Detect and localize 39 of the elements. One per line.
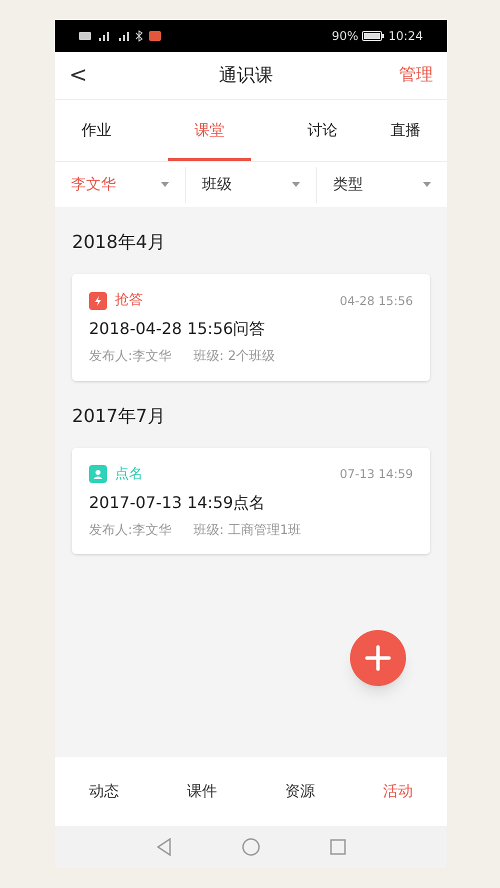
clock: 10:24: [388, 28, 423, 45]
caret-icon: [292, 182, 300, 187]
tab[interactable]: 作业: [55, 100, 138, 161]
bottom-tab[interactable]: 资源: [251, 757, 349, 826]
activity-time: 04-28 15:56: [340, 292, 413, 310]
tab[interactable]: 直播: [364, 100, 447, 161]
publisher-text: 发布人:李文华: [89, 522, 172, 540]
filter-dropdown[interactable]: 班级: [185, 166, 316, 202]
person-icon: [89, 465, 107, 483]
activity-card[interactable]: 抢答 04-28 15:56 2018-04-28 15:56问答 发布人:李文华 班级: 2个班级: [72, 274, 430, 380]
month-heading: 2018年4月: [72, 231, 166, 255]
activity-type: 点名: [115, 464, 143, 484]
filter-dropdown[interactable]: 李文华: [55, 166, 185, 202]
caret-icon: [423, 182, 431, 187]
back-nav-icon[interactable]: [156, 838, 172, 856]
bottom-tab[interactable]: 动态: [55, 757, 153, 826]
recents-nav-icon[interactable]: [330, 839, 346, 855]
manage-button[interactable]: 管理: [393, 62, 433, 88]
activity-title: 2017-07-13 14:59点名: [89, 492, 266, 514]
filter-dropdown[interactable]: 类型: [316, 166, 447, 202]
activity-card[interactable]: 点名 07-13 14:59 2017-07-13 14:59点名 发布人:李文华 班级: 工商管理1班: [72, 448, 430, 554]
activity-type: 抢答: [115, 291, 143, 310]
lightning-icon: [89, 292, 107, 310]
class-text: 班级: 工商管理1班: [193, 522, 302, 540]
back-button[interactable]: <: [69, 59, 99, 92]
bottom-tab[interactable]: 课件: [153, 757, 251, 826]
activity-time: 07-13 14:59: [340, 466, 413, 483]
caret-icon: [161, 182, 169, 187]
battery-percent: 90%: [332, 28, 358, 45]
page-title: 通识课: [218, 64, 274, 88]
plus-icon: [365, 645, 391, 671]
tab[interactable]: 讨论: [281, 100, 364, 161]
publisher-text: 发布人:李文华: [89, 348, 172, 366]
bottom-tab[interactable]: 活动: [349, 757, 447, 826]
home-nav-icon[interactable]: [242, 838, 260, 856]
class-text: 班级: 2个班级: [193, 348, 276, 366]
activity-title: 2018-04-28 15:56问答: [89, 318, 266, 340]
battery-icon: [362, 31, 384, 41]
month-heading: 2017年7月: [72, 404, 166, 428]
